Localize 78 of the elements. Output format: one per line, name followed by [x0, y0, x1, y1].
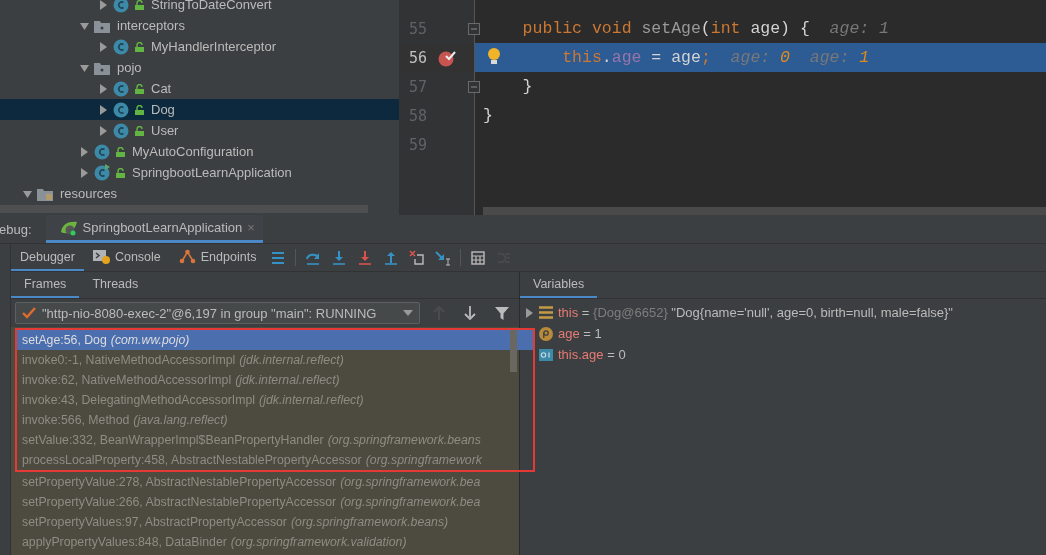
lock-icon [135, 83, 144, 94]
tree-item[interactable]: Cat [0, 78, 399, 99]
tree-item[interactable]: MyHandlerInterceptor [0, 36, 399, 57]
tree-item[interactable]: User [0, 120, 399, 141]
down-arrow-icon [462, 305, 479, 321]
collapsed-arrow-icon[interactable] [525, 307, 534, 318]
lock-icon [135, 104, 144, 115]
variable-entry[interactable]: this.age = 0 [558, 347, 626, 362]
tree-item[interactable]: Dog [0, 99, 399, 120]
tree-item[interactable]: StringToDateConvert [0, 0, 399, 15]
filter-icon [494, 305, 511, 321]
package-icon [94, 60, 110, 75]
tree-item[interactable]: SpringbootLearnApplication [0, 162, 399, 183]
lock-icon [135, 0, 144, 10]
lock-icon [135, 41, 144, 52]
lightbulb-icon[interactable] [487, 48, 501, 65]
collapsed-arrow-icon[interactable] [99, 104, 108, 115]
step-out-icon [383, 249, 400, 266]
tool-tab[interactable]: Console [83, 244, 170, 271]
fold-icon[interactable] [468, 80, 480, 93]
tree-item[interactable]: pojo [0, 57, 399, 78]
class-icon [113, 122, 130, 139]
tool-tab[interactable]: Debugger [11, 244, 84, 271]
calculator-icon [470, 249, 487, 266]
variable-entry[interactable]: this = {Dog@6652} "Dog{name='null', age=0, birth=null, male=false}" [558, 305, 953, 320]
run-to-cursor-icon [435, 249, 452, 266]
check-icon [22, 307, 36, 319]
scrollbar[interactable] [483, 207, 1046, 215]
resources-folder-icon [37, 186, 53, 201]
collapsed-arrow-icon[interactable] [99, 0, 108, 10]
code-line: this.age = age; age: 0 age: 1 [562, 48, 870, 67]
object-icon [539, 306, 553, 319]
fold-icon[interactable] [468, 22, 480, 35]
collapsed-arrow-icon[interactable] [99, 83, 108, 94]
class-icon [94, 143, 111, 160]
scrollbar[interactable] [510, 330, 517, 372]
frames-tab[interactable]: Frames [11, 272, 80, 298]
code-line: public void setAge(int age) { age: 1 [522, 19, 889, 38]
class-icon [113, 80, 130, 97]
lock-icon [135, 125, 144, 136]
console-icon [92, 249, 110, 264]
class-icon [113, 0, 130, 13]
package-icon [94, 18, 110, 33]
code-line: } [522, 77, 533, 96]
endpoints-icon [178, 249, 196, 264]
tree-item[interactable]: MyAutoConfiguration [0, 141, 399, 162]
menu-icon [270, 249, 287, 266]
collapsed-arrow-icon[interactable] [80, 167, 89, 178]
class-icon [113, 101, 130, 118]
spring-icon [59, 219, 78, 236]
line-number: 56 [407, 48, 427, 67]
dropdown-arrow-icon [403, 310, 413, 316]
force-step-into-icon [357, 249, 374, 266]
expanded-arrow-icon[interactable] [23, 188, 32, 199]
collapsed-arrow-icon[interactable] [99, 125, 108, 136]
field-icon [539, 348, 553, 361]
code-line: } [483, 106, 493, 125]
session-tab[interactable]: SpringbootLearnApplication × [45, 215, 263, 243]
frames-tab[interactable]: Threads [79, 272, 152, 298]
expanded-arrow-icon[interactable] [80, 62, 89, 73]
lock-icon [116, 167, 125, 178]
collapsed-arrow-icon[interactable] [80, 146, 89, 157]
drop-frame-icon [409, 249, 426, 266]
tool-tab[interactable]: Endpoints [169, 244, 266, 271]
variables-tab[interactable]: Variables [520, 272, 598, 298]
thread-dropdown[interactable]: "http-nio-8080-exec-2"@6,197 in group "main": RUNNING [15, 302, 420, 324]
tree-item[interactable]: resources [0, 183, 399, 204]
step-into-icon [331, 249, 348, 266]
run-class-icon [94, 164, 111, 181]
variable-entry[interactable]: age = 1 [558, 326, 602, 341]
expanded-arrow-icon[interactable] [80, 20, 89, 31]
panel-title: ebug: [0, 221, 32, 237]
tree-item[interactable]: interceptors [0, 15, 399, 36]
collapsed-arrow-icon[interactable] [99, 41, 108, 52]
lock-icon [116, 146, 125, 157]
parameter-icon [539, 326, 553, 341]
class-icon [113, 38, 130, 55]
stack-frame[interactable]: setAge:56, Dog (com.ww.pojo) [17, 330, 533, 350]
